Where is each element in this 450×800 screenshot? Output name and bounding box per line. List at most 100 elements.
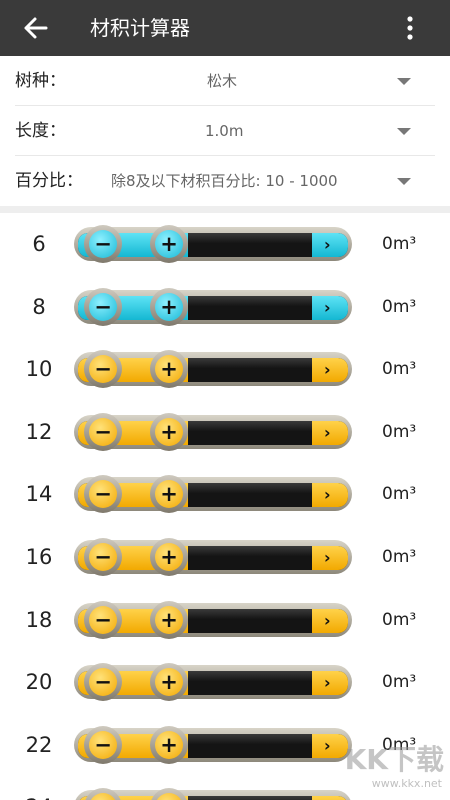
list-item: 14 › − +0m³	[0, 463, 450, 525]
length-value: 1.0m	[205, 122, 244, 140]
arrow-left-icon	[24, 17, 48, 39]
increment-core: +	[155, 793, 183, 800]
list-item: 20 › − +0m³	[0, 651, 450, 713]
chevron-right-icon: ›	[324, 673, 331, 693]
volume-value: 0m³	[382, 359, 417, 380]
list-item: 6 › − +0m³	[0, 213, 450, 275]
decrement-button[interactable]: −	[84, 350, 122, 389]
species-label: 树种：	[15, 71, 66, 91]
diameter-label: 12	[25, 419, 53, 444]
minus-icon: −	[89, 793, 117, 800]
plus-icon: +	[160, 482, 178, 507]
increment-button[interactable]: +	[150, 350, 188, 389]
list-item: 18 › − +0m³	[0, 589, 450, 651]
decrement-button[interactable]: −	[84, 600, 122, 639]
increment-button[interactable]: +	[150, 538, 188, 576]
quantity-slider[interactable]: › − +	[74, 663, 352, 702]
percentage-row[interactable]: 百分比： 除8及以下材积百分比: 10 - 1000	[15, 156, 435, 206]
decrement-core: −	[89, 417, 117, 446]
plus-icon: +	[160, 294, 178, 319]
quantity-slider[interactable]: › −+	[74, 350, 352, 389]
chevron-right-icon: ›	[324, 485, 331, 505]
increment-button[interactable]: +	[150, 225, 188, 263]
increment-core: +	[155, 605, 183, 634]
volume-value: 0m³	[382, 234, 417, 254]
slider-shine	[188, 233, 312, 243]
quantity-slider[interactable]: › − +	[74, 287, 352, 326]
minus-icon: −	[94, 482, 112, 507]
slider-shine	[188, 358, 312, 369]
chevron-right-icon: ›	[324, 610, 331, 630]
decrement-button[interactable]: −	[84, 725, 122, 764]
slider-shine	[188, 796, 312, 800]
slider-next-button[interactable]: ›	[312, 546, 348, 570]
slider-shine	[188, 420, 312, 431]
dropdown-arrow-icon[interactable]	[397, 78, 411, 85]
increment-button[interactable]: +	[150, 475, 188, 514]
length-label: 长度：	[15, 121, 66, 141]
decrement-button[interactable]: −	[84, 287, 122, 326]
list-item: 16 › − +0m³	[0, 526, 450, 588]
increment-core: +	[155, 668, 183, 697]
list-item: 12 › − +0m³	[0, 401, 450, 463]
slider-next-button[interactable]: ›	[312, 295, 348, 320]
plus-icon: +	[160, 232, 178, 256]
diameter-label: 22	[25, 732, 53, 757]
increment-button[interactable]: +	[150, 725, 188, 764]
quantity-slider[interactable]: › − +	[74, 538, 352, 576]
chevron-right-icon: ›	[324, 422, 331, 442]
decrement-core: −	[89, 793, 117, 800]
quantity-slider[interactable]: › − +	[74, 412, 352, 451]
quantity-slider[interactable]: › − +	[74, 600, 352, 639]
slider-next-button[interactable]: ›	[312, 233, 348, 257]
diameter-label: 10	[25, 357, 53, 382]
app-bar: 材积计算器	[0, 0, 450, 56]
increment-button[interactable]: +	[150, 663, 188, 702]
back-button[interactable]	[20, 14, 50, 42]
quantity-slider[interactable]: › − +	[74, 475, 352, 514]
slider-next-button[interactable]: ›	[312, 671, 348, 696]
decrement-core: −	[89, 230, 117, 258]
percentage-label: 百分比：	[15, 171, 83, 191]
list-item: 8 › − +0m³	[0, 276, 450, 338]
length-row[interactable]: 长度： 1.0m	[15, 106, 435, 156]
watermark: KK下载 www.kkx.net	[324, 744, 444, 792]
plus-icon: +	[160, 732, 178, 757]
decrement-button[interactable]: −	[84, 475, 122, 514]
diameter-label: 14	[25, 482, 53, 507]
decrement-button[interactable]: −	[84, 412, 122, 451]
decrement-button[interactable]: −	[84, 225, 122, 263]
decrement-button[interactable]: −	[84, 663, 122, 702]
diameter-list: 6 › − +0m³ 8 › − +0m³ 10 › − +0m³ 12 › − +0m³ 14 › − +0m³ 16…	[0, 213, 450, 800]
section-divider	[0, 206, 450, 213]
chevron-right-icon: ›	[324, 235, 331, 254]
slider-next-button[interactable]: ›	[312, 420, 348, 445]
species-row[interactable]: 树种： 松木	[15, 56, 435, 106]
slider-next-button[interactable]: ›	[312, 796, 348, 800]
volume-value: 0m³	[382, 609, 417, 630]
increment-core: +	[155, 480, 183, 509]
increment-core: +	[155, 292, 183, 321]
decrement-button[interactable]: −	[84, 538, 122, 576]
dropdown-arrow-icon[interactable]	[397, 178, 411, 185]
quantity-slider[interactable]: › − +	[74, 788, 352, 800]
diameter-label: 18	[25, 607, 53, 632]
increment-button[interactable]: +	[150, 600, 188, 639]
watermark-logo: KK下载	[344, 743, 444, 776]
slider-next-button[interactable]: ›	[312, 358, 348, 383]
volume-value: 0m³	[382, 672, 417, 693]
increment-button[interactable]: +	[150, 412, 188, 451]
slider-next-button[interactable]: ›	[312, 608, 348, 633]
decrement-core: −	[89, 730, 117, 759]
decrement-core: −	[89, 480, 117, 509]
more-options-button[interactable]	[400, 14, 420, 42]
increment-button[interactable]: +	[150, 287, 188, 326]
plus-icon: +	[160, 670, 178, 695]
increment-core: +	[155, 730, 183, 759]
decrement-core: −	[89, 543, 117, 571]
slider-shine	[188, 546, 312, 556]
quantity-slider[interactable]: ›−+	[74, 725, 352, 764]
slider-next-button[interactable]: ›	[312, 483, 348, 508]
dropdown-arrow-icon[interactable]	[397, 128, 411, 135]
quantity-slider[interactable]: › − +	[74, 225, 352, 263]
